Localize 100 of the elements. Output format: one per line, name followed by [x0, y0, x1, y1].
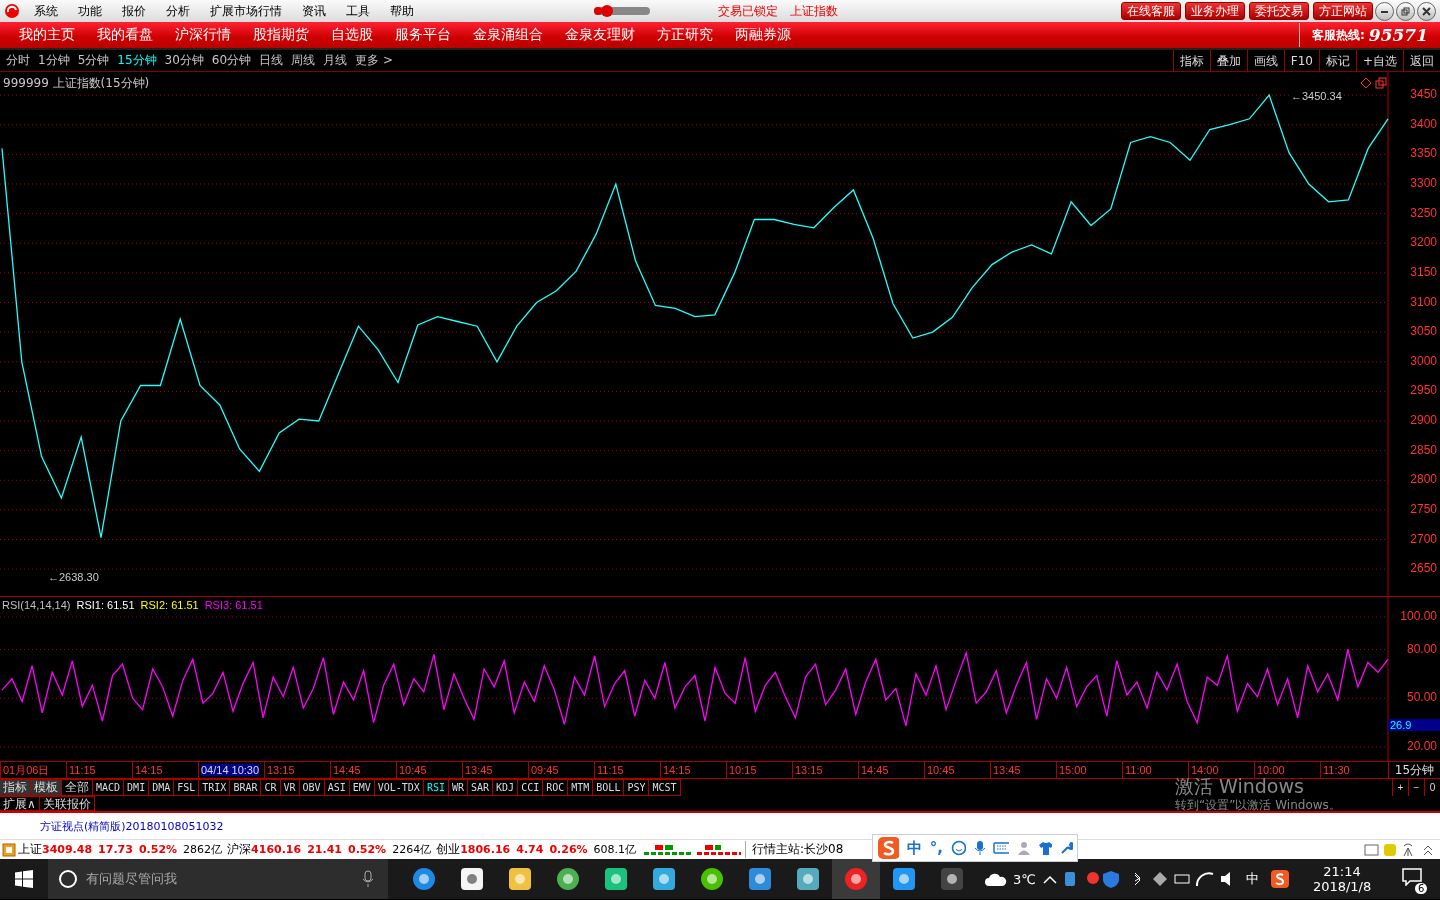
close-button[interactable] [1417, 1, 1436, 21]
nav-item[interactable]: 两融券源 [724, 26, 802, 44]
ime-mode[interactable]: °, [929, 839, 944, 857]
menu-item[interactable]: 工具 [336, 2, 380, 20]
minimize-button[interactable] [1375, 1, 1394, 21]
indicator-tab[interactable]: MTM [568, 779, 594, 796]
microphone-icon[interactable] [973, 840, 985, 856]
nav-item[interactable]: 金泉友理财 [554, 26, 646, 44]
period-tab[interactable]: 15分钟 [113, 52, 161, 69]
menu-item[interactable]: 报价 [112, 2, 156, 20]
activation-text: 转到“设置”以激活 Windows。 [1175, 799, 1341, 811]
indicator-tab[interactable]: SAR [468, 779, 494, 796]
indicator-tab[interactable]: 全部 [62, 779, 93, 796]
indicator-tab[interactable]: CCI [518, 779, 544, 796]
shirt-icon[interactable] [1037, 841, 1053, 855]
index-volume: 608.1亿 [593, 842, 637, 857]
index-price: 3409.48 [42, 843, 93, 856]
axis-label: 3450 [1410, 87, 1437, 102]
time-label: 11:00 [1125, 764, 1152, 776]
chart-tool-button[interactable]: +自选 [1355, 49, 1403, 72]
indicator-tab[interactable]: VOL-TDX [374, 779, 424, 796]
indicator-tab[interactable]: BOLL [593, 779, 625, 796]
indicator-tab[interactable]: KDJ [493, 779, 519, 796]
indicator-tab[interactable]: CR [261, 779, 281, 796]
nav-item[interactable]: 方正研究 [646, 26, 724, 44]
microphone-icon[interactable] [362, 870, 374, 888]
indicator-tab[interactable]: PSY [624, 779, 650, 796]
time-label: 13:15 [795, 764, 823, 776]
indicator-tab[interactable]: DMA [149, 779, 175, 796]
input-language[interactable]: 中 [1240, 870, 1264, 888]
diamond-icon[interactable] [1360, 77, 1372, 89]
ime-mode[interactable]: 中 [906, 838, 922, 858]
index-change: 17.73 [98, 843, 133, 856]
axis-label: 2750 [1410, 501, 1437, 516]
menu-item[interactable]: 扩展市场行情 [200, 2, 292, 20]
indicator-tab[interactable]: MCST [649, 779, 681, 796]
search-field[interactable]: 有问题尽管问我 [48, 859, 388, 899]
indicator-tab[interactable]: MACD [93, 779, 125, 796]
time-label: 01月06日 [3, 764, 50, 776]
chart-tool-button[interactable]: 叠加 [1209, 49, 1247, 72]
indicator-tab[interactable]: 模板 [31, 779, 62, 796]
chart-tool-button[interactable]: F10 [1283, 49, 1319, 72]
period-tab[interactable]: 月线 [319, 52, 352, 69]
index-volume: 2264亿 [392, 842, 432, 857]
menu-item[interactable]: 功能 [68, 2, 112, 20]
hotline-number: 95571 [1368, 25, 1428, 45]
nav-item[interactable]: 金泉涌组合 [462, 26, 554, 44]
indicator-tab[interactable]: TRIX [199, 779, 231, 796]
expand-tab[interactable]: 扩展∧ [0, 796, 40, 811]
nav-item[interactable]: 服务平台 [384, 26, 462, 44]
chart-tool-button[interactable]: 指标 [1172, 49, 1210, 72]
indicator-tab[interactable]: FSL [174, 779, 200, 796]
axis-label: 20.00 [1406, 739, 1437, 754]
menu-item[interactable]: 系统 [24, 2, 68, 20]
period-tab[interactable]: 更多 > [351, 52, 397, 69]
ime-logo-icon[interactable] [1269, 869, 1290, 889]
header-button[interactable]: 业务办理 [1185, 2, 1245, 20]
activation-title: 激活 Windows [1175, 777, 1304, 796]
nav-item[interactable]: 我的主页 [8, 26, 86, 44]
news-link[interactable]: 方证视点(精简版)20180108051032 [40, 818, 224, 834]
menu-item[interactable]: 帮助 [380, 2, 424, 20]
chart-tool-button[interactable]: 标记 [1318, 49, 1356, 72]
period-tab[interactable]: 60分钟 [207, 52, 256, 69]
period-tab[interactable]: 日线 [255, 52, 288, 69]
period-tab[interactable]: 分时 [2, 52, 34, 69]
period-tab[interactable]: 30分钟 [160, 52, 208, 69]
time-label: 11:30 [1323, 764, 1350, 776]
period-tab[interactable]: 1分钟 [34, 52, 74, 69]
chart-tool-button[interactable]: 画线 [1246, 49, 1284, 72]
nav-item[interactable]: 我的看盘 [86, 26, 164, 44]
nav-item[interactable]: 自选股 [320, 26, 384, 44]
legend-text: RSI(14,14,14) [2, 599, 71, 611]
indicator-tab[interactable]: RSI [423, 779, 449, 796]
expand-tab[interactable]: 关联报价 [39, 796, 95, 811]
period-tab[interactable]: 周线 [287, 52, 320, 69]
header-button[interactable]: 委托交易 [1249, 2, 1309, 20]
indicator-tab[interactable]: EMV [349, 779, 375, 796]
indicator-tab[interactable]: BRAR [230, 779, 262, 796]
header-button[interactable]: 方正网站 [1313, 2, 1373, 20]
emoji-icon[interactable] [951, 840, 966, 856]
index-percent: 0.52% [348, 843, 387, 856]
chart-tool-button[interactable]: 返回 [1403, 49, 1440, 72]
indicator-tab[interactable]: ASI [324, 779, 350, 796]
nav-item[interactable]: 股指期货 [242, 26, 320, 44]
indicator-tab[interactable]: 指标 [0, 779, 31, 796]
wrench-icon[interactable] [1060, 841, 1073, 855]
menu-item[interactable]: 分析 [156, 2, 200, 20]
restore-button[interactable] [1396, 1, 1415, 21]
header-button[interactable]: 在线客服 [1121, 2, 1181, 20]
nav-item[interactable]: 沪深行情 [164, 26, 242, 44]
low-label: ←2638.30 [47, 571, 100, 583]
indicator-tab[interactable]: ROC [543, 779, 569, 796]
window-icon[interactable] [1375, 77, 1387, 89]
indicator-tab[interactable]: DMI [124, 779, 150, 796]
menu-item[interactable]: 资讯 [292, 2, 336, 20]
taskbar-app-icon[interactable] [832, 859, 880, 899]
volume-slider[interactable] [594, 7, 650, 15]
indicator-tab[interactable]: OBV [299, 779, 325, 796]
period-tab[interactable]: 5分钟 [73, 52, 114, 69]
keyboard-icon[interactable] [992, 841, 1009, 855]
